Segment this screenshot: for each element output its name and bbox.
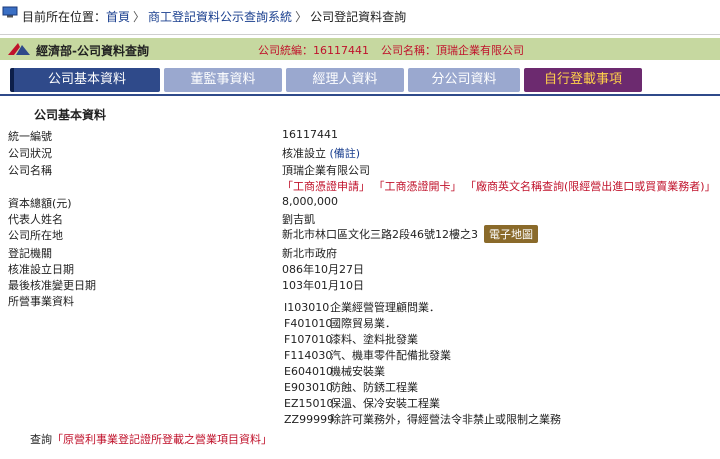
name-links: 「工商憑證申請」 「工商憑證開卡」 「廠商英文名稱查詢(限經營出進口或買賣業務者…	[282, 178, 716, 194]
business-code: EZ15010	[284, 397, 334, 410]
status-value: 核准設立	[282, 147, 326, 160]
header-company-info: 公司統編：16117441 公司名稱：頂瑞企業有限公司	[258, 42, 536, 58]
address-value: 新北市林口區文化三路2段46號12樓之3	[282, 228, 478, 241]
query-prefix: 查詢	[30, 433, 52, 446]
name-label: 公司名稱	[8, 164, 52, 177]
breadcrumb-separator: 〉	[295, 10, 308, 24]
tab-self-reported[interactable]: 自行登載事項	[524, 68, 642, 92]
tax-id-label: 統一編號	[8, 130, 52, 143]
header-title: 經濟部-公司資料查詢	[36, 44, 149, 58]
original-business-items-link[interactable]: 「原營利事業登記證所登載之營業項目資料」	[52, 433, 272, 446]
header-company-name: 公司名稱：頂瑞企業有限公司	[381, 44, 524, 57]
breadcrumb-current: 公司登記資料查詢	[310, 10, 407, 24]
business-item: F107010漆料、塗料批發業	[284, 331, 418, 347]
business-code: F401010	[284, 317, 333, 330]
tab-managers[interactable]: 經理人資料	[286, 68, 404, 92]
business-code: I103010	[284, 301, 330, 314]
header-company-id: 公司統編：16117441	[258, 44, 369, 57]
business-item: E903010防蝕、防銹工程業	[284, 379, 418, 395]
business-desc: 汽、機車零件配備批發業	[330, 349, 451, 362]
capital-value: 8,000,000	[282, 195, 338, 208]
breadcrumb-text: 目前所在位置：首頁〉商工登記資料公示查詢系統〉公司登記資料查詢	[22, 8, 406, 25]
business-code: F114030	[284, 349, 333, 362]
business-code: ZZ99999	[284, 413, 335, 426]
business-desc: 機械安裝業	[330, 365, 385, 378]
tab-directors[interactable]: 董監事資料	[164, 68, 282, 92]
english-name-link[interactable]: 「廠商英文名稱查詢(限經營出進口或買賣業務者)」	[465, 180, 716, 193]
business-desc: 防蝕、防銹工程業	[330, 381, 418, 394]
changed-date-label: 最後核准變更日期	[8, 279, 96, 292]
address-label: 公司所在地	[8, 229, 63, 242]
name-value: 頂瑞企業有限公司	[282, 164, 370, 177]
business-item: EZ15010保溫、保冷安裝工程業	[284, 395, 440, 411]
business-desc: 保溫、保冷安裝工程業	[330, 397, 440, 410]
tab-basic-info[interactable]: 公司基本資料	[10, 68, 160, 92]
business-item: ZZ99999除許可業務外，得經營法令非禁止或限制之業務	[284, 411, 561, 427]
changed-date-value: 103年01月10日	[282, 279, 364, 292]
section-title: 公司基本資料	[34, 108, 107, 122]
breadcrumb-separator: 〉	[133, 10, 146, 24]
status-row: 核准設立 (備註)	[282, 145, 360, 161]
approved-date-value: 086年10月27日	[282, 263, 364, 276]
query-row: 查詢「原營利事業登記證所登載之營業項目資料」	[30, 431, 272, 447]
representative-label: 代表人姓名	[8, 213, 63, 226]
capital-label: 資本總額(元)	[8, 197, 72, 210]
divider	[0, 34, 720, 35]
approved-date-label: 核准設立日期	[8, 263, 74, 276]
status-note-link[interactable]: (備註)	[330, 147, 361, 160]
cert-activate-link[interactable]: 「工商憑證開卡」	[374, 180, 462, 193]
business-desc: 漆料、塗料批發業	[330, 333, 418, 346]
business-item: I103010企業經營管理顧問業．	[284, 299, 440, 315]
business-item: F401010國際貿易業．	[284, 315, 396, 331]
business-desc: 企業經營管理顧問業．	[330, 301, 440, 314]
breadcrumb-prefix: 目前所在位置：	[22, 10, 107, 24]
address-row: 新北市林口區文化三路2段46號12樓之3 電子地圖	[282, 225, 538, 243]
business-label: 所營事業資料	[8, 295, 74, 308]
tab-branches[interactable]: 分公司資料	[408, 68, 520, 92]
authority-label: 登記機關	[8, 247, 52, 260]
business-code: F107010	[284, 333, 333, 346]
business-item: F114030汽、機車零件配備批發業	[284, 347, 451, 363]
tab-bar: 公司基本資料 董監事資料 經理人資料 分公司資料 自行登載事項	[0, 66, 720, 94]
monitor-icon	[2, 6, 18, 18]
tab-underline	[0, 94, 720, 96]
authority-value: 新北市政府	[282, 247, 337, 260]
breadcrumb: 目前所在位置：首頁〉商工登記資料公示查詢系統〉公司登記資料查詢	[0, 0, 720, 34]
status-label: 公司狀況	[8, 147, 52, 160]
business-code: E903010	[284, 381, 333, 394]
cert-apply-link[interactable]: 「工商憑證申請」	[282, 180, 370, 193]
business-desc: 除許可業務外，得經營法令非禁止或限制之業務	[330, 413, 561, 426]
business-item: E604010機械安裝業	[284, 363, 385, 379]
map-button[interactable]: 電子地圖	[484, 225, 538, 243]
business-code: E604010	[284, 365, 333, 378]
tax-id-value: 16117441	[282, 128, 338, 141]
page-header: 經濟部-公司資料查詢 公司統編：16117441 公司名稱：頂瑞企業有限公司	[0, 38, 720, 60]
ministry-logo-icon	[8, 43, 30, 55]
breadcrumb-system-link[interactable]: 商工登記資料公示查詢系統	[148, 10, 292, 24]
business-desc: 國際貿易業．	[330, 317, 396, 330]
breadcrumb-home-link[interactable]: 首頁	[106, 10, 130, 24]
